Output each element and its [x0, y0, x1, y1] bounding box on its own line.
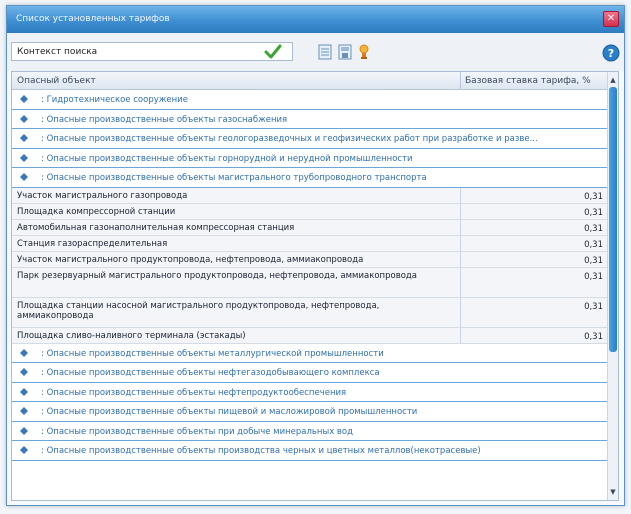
tariff-grid: Опасный объект Базовая ставка тарифа, % …: [11, 71, 619, 501]
expand-icon[interactable]: [20, 95, 28, 103]
group-row[interactable]: : Опасные производственные объекты нефте…: [12, 363, 609, 383]
title-bar[interactable]: Список установленных тарифов ✕: [7, 6, 624, 33]
cell-divider: [460, 235, 461, 251]
expand-icon[interactable]: [20, 368, 28, 376]
object-name: Станция газораспределительная: [17, 238, 168, 249]
rate-value: 0,31: [584, 239, 603, 250]
table-row[interactable]: Станция газораспределительная 0,31: [12, 235, 609, 252]
expand-icon[interactable]: [20, 407, 28, 415]
column-header-object[interactable]: Опасный объект: [17, 76, 96, 86]
check-icon[interactable]: [264, 43, 282, 61]
rate-value: 0,31: [584, 223, 603, 234]
cell-divider: [460, 297, 461, 327]
table-row[interactable]: Автомобильная газонаполнительная компрес…: [12, 219, 609, 236]
tariff-list-window: Список установленных тарифов ✕ ?: [6, 5, 625, 506]
group-label: : Опасные производственные объекты произ…: [41, 446, 481, 456]
group-row[interactable]: : Опасные производственные объекты нефте…: [12, 382, 609, 402]
close-button[interactable]: ✕: [603, 11, 619, 27]
group-label: : Опасные производственные объекты нефте…: [41, 368, 380, 378]
grid-rows: : Гидротехническое сооружение : Опасные …: [12, 90, 609, 461]
collapse-icon[interactable]: [20, 173, 28, 181]
close-icon: ✕: [606, 13, 616, 24]
rate-value: 0,31: [584, 191, 603, 202]
group-label: : Опасные производственные объекты горно…: [41, 153, 413, 164]
expand-icon[interactable]: [20, 114, 28, 123]
table-row[interactable]: Площадка станции насосной магистрального…: [12, 297, 609, 328]
group-row[interactable]: : Опасные производственные объекты горно…: [12, 148, 609, 168]
cell-divider: [460, 267, 461, 297]
table-row[interactable]: Площадка компрессорной станции 0,31: [12, 203, 609, 220]
group-row[interactable]: : Опасные производственные объекты пищев…: [12, 402, 609, 422]
group-label: : Опасные производственные объекты нефте…: [41, 387, 347, 398]
rate-value: 0,31: [584, 331, 603, 342]
object-name: Участок магистрального газопровода: [17, 190, 188, 201]
table-row[interactable]: Участок магистрального газопровода 0,31: [12, 187, 609, 204]
cell-divider: [460, 203, 461, 219]
rate-value: 0,31: [584, 255, 603, 266]
object-name: Участок магистрального продуктопровода, …: [17, 254, 364, 265]
expand-icon[interactable]: [20, 446, 28, 454]
group-row[interactable]: : Опасные производственные объекты газос…: [12, 109, 609, 129]
rate-value: 0,31: [584, 271, 603, 282]
object-name: Площадка компрессорной станции: [17, 206, 176, 217]
cell-divider: [460, 251, 461, 267]
object-name: Площадка станции насосной магистрального…: [17, 300, 380, 321]
help-icon[interactable]: ?: [602, 44, 620, 62]
help-glyph: ?: [608, 47, 614, 60]
scroll-down-icon[interactable]: ▼: [609, 488, 617, 496]
column-divider[interactable]: [460, 72, 461, 89]
expand-icon[interactable]: [20, 426, 28, 435]
group-row[interactable]: : Опасные производственные объекты геоло…: [12, 129, 609, 149]
grid-header: Опасный объект Базовая ставка тарифа, %: [12, 72, 609, 90]
group-label: : Опасные производственные объекты газос…: [41, 114, 288, 125]
table-row[interactable]: Площадка сливо-наливного терминала (эста…: [12, 327, 609, 344]
group-label: : Опасные производственные объекты метал…: [41, 348, 384, 359]
group-row[interactable]: : Опасные производственные объекты произ…: [12, 441, 609, 461]
table-row[interactable]: Парк резервуарный магистрального продукт…: [12, 267, 609, 298]
column-header-rate[interactable]: Базовая ставка тарифа, %: [465, 76, 591, 86]
search-input[interactable]: [11, 42, 293, 61]
cell-divider: [460, 187, 461, 203]
cell-divider: [460, 219, 461, 235]
group-row[interactable]: : Опасные производственные объекты при д…: [12, 421, 609, 441]
group-label: : Опасные производственные объекты при д…: [41, 426, 354, 437]
group-label: : Опасные производственные объекты геоло…: [41, 134, 538, 144]
rate-value: 0,31: [584, 207, 603, 218]
expand-icon[interactable]: [20, 387, 28, 396]
expand-icon[interactable]: [20, 348, 28, 357]
object-name: Площадка сливо-наливного терминала (эста…: [17, 330, 246, 341]
window-title: Список установленных тарифов: [16, 14, 170, 24]
rate-value: 0,31: [584, 301, 603, 312]
document-icon[interactable]: [316, 43, 334, 61]
toolbar: ?: [7, 33, 624, 71]
expand-icon[interactable]: [20, 134, 28, 142]
lamp-icon[interactable]: [355, 43, 373, 61]
group-row[interactable]: : Гидротехническое сооружение: [12, 90, 609, 110]
object-name: Автомобильная газонаполнительная компрес…: [17, 222, 295, 233]
document-save-icon[interactable]: [336, 43, 354, 61]
table-row[interactable]: Участок магистрального продуктопровода, …: [12, 251, 609, 268]
cell-divider: [460, 327, 461, 343]
object-name: Парк резервуарный магистрального продукт…: [17, 270, 417, 281]
group-row[interactable]: : Опасные производственные объекты магис…: [12, 168, 609, 188]
group-label: : Опасные производственные объекты пищев…: [41, 407, 418, 417]
scrollbar-thumb[interactable]: [609, 87, 617, 352]
group-label: : Гидротехническое сооружение: [41, 95, 188, 105]
vertical-scrollbar[interactable]: ▲ ▼: [607, 72, 618, 500]
expand-icon[interactable]: [20, 153, 28, 162]
group-row[interactable]: : Опасные производственные объекты метал…: [12, 343, 609, 363]
group-label: : Опасные производственные объекты магис…: [41, 173, 427, 183]
scroll-up-icon[interactable]: ▲: [609, 76, 617, 84]
